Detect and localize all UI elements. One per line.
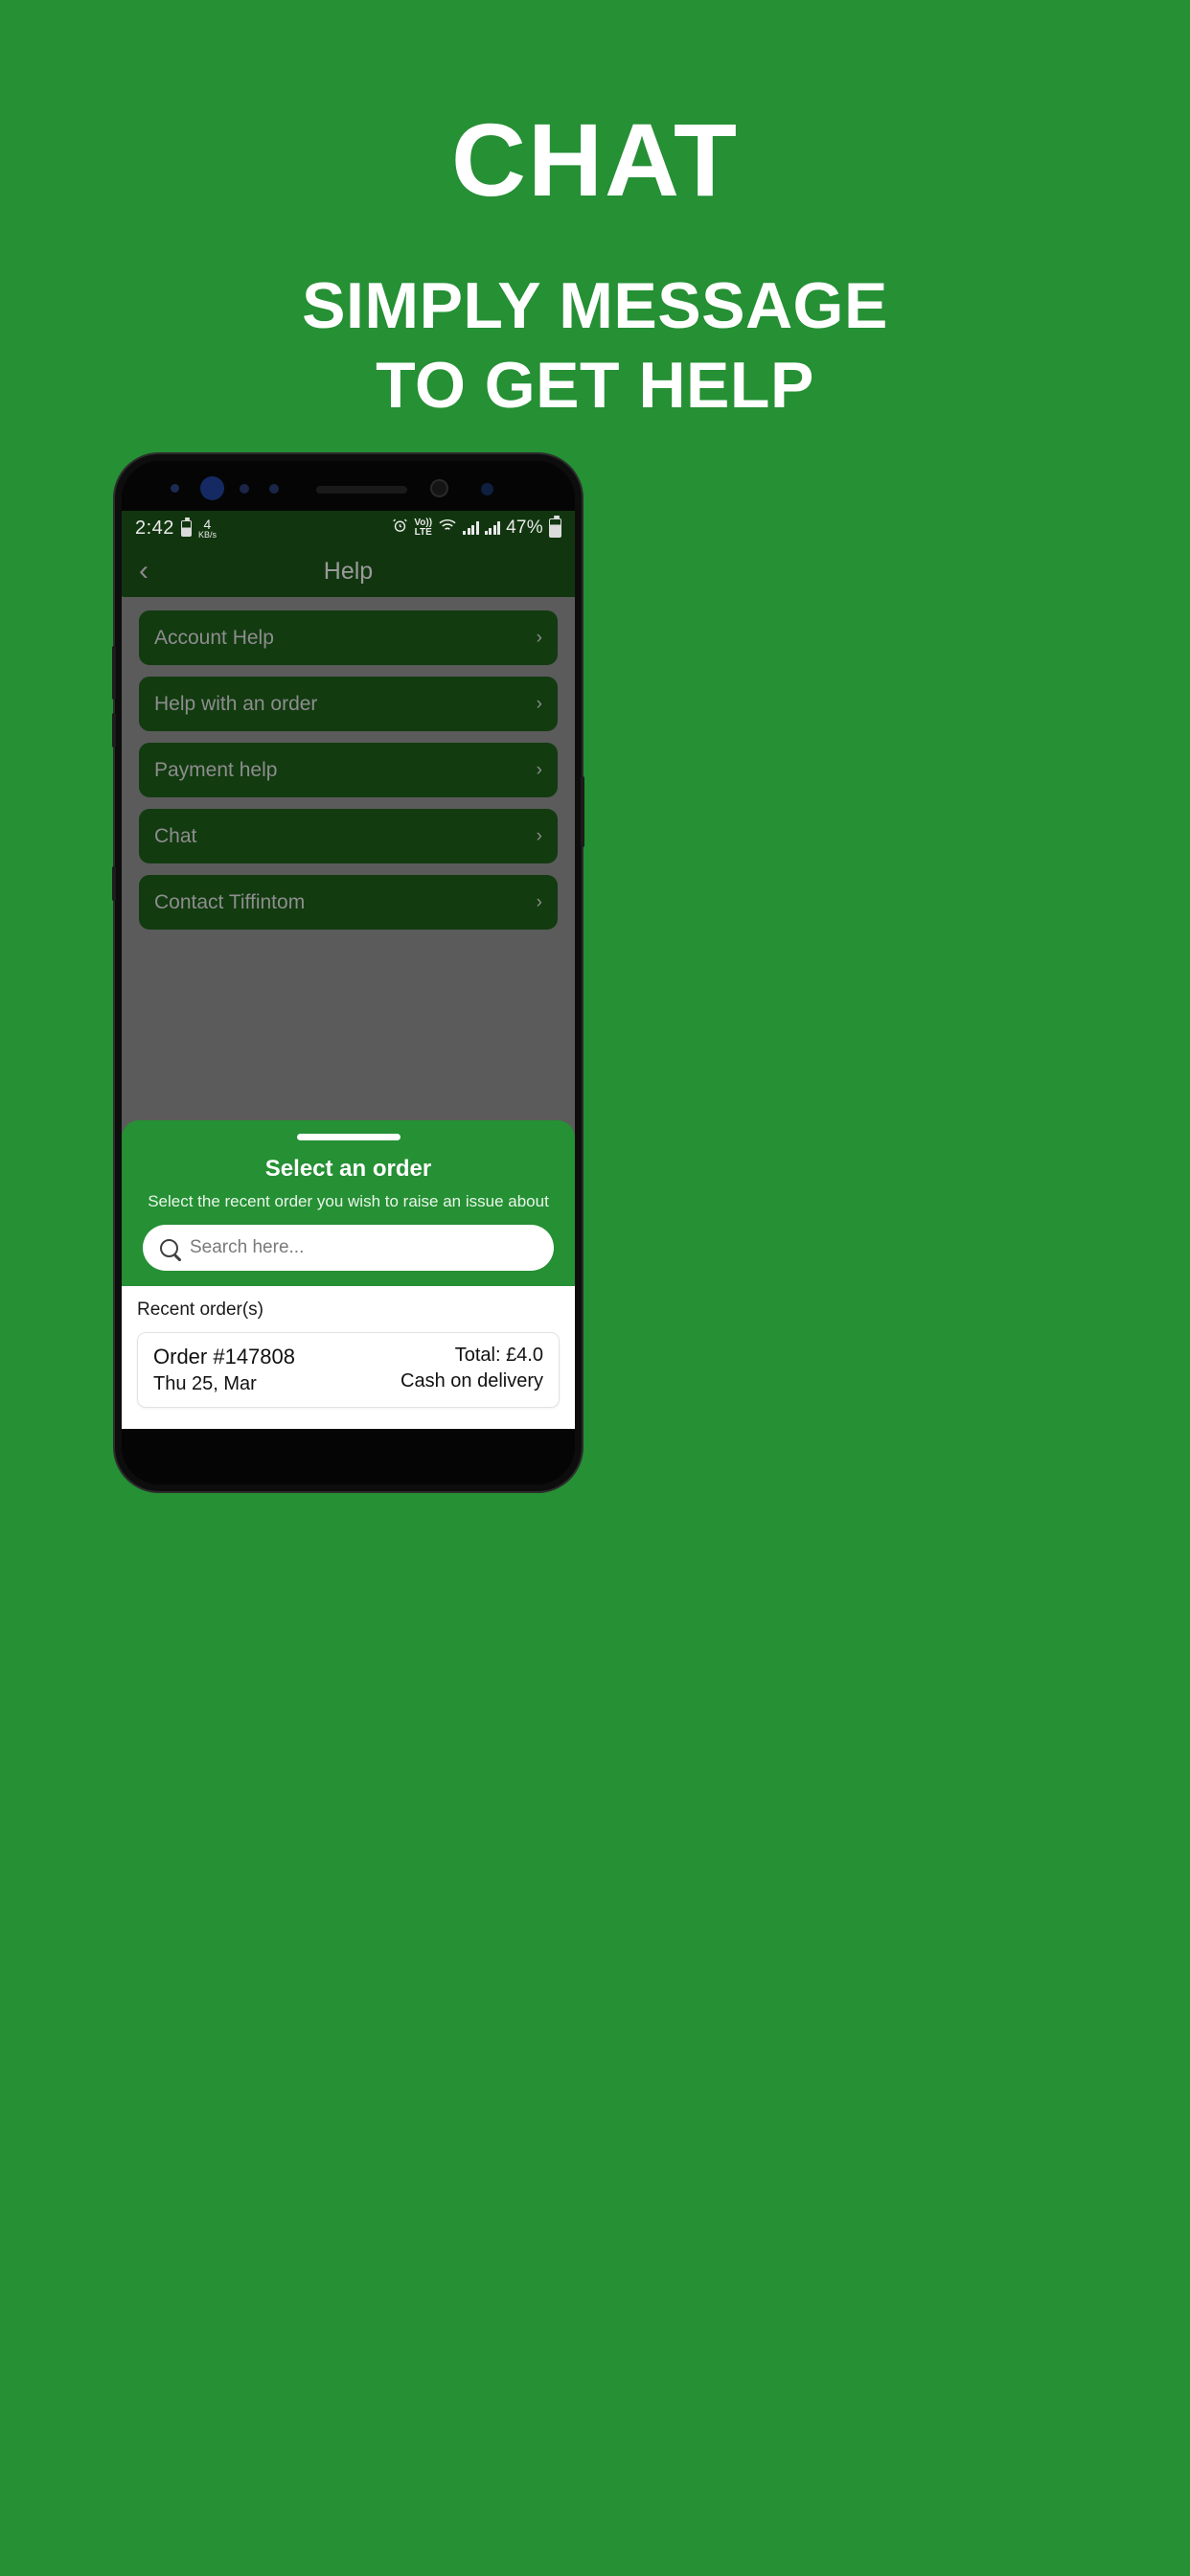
menu-item-label: Chat [154,824,197,847]
phone-mockup: 2:42 4 KB/s Vo)) LTE 47% ‹ Help Account … [112,454,584,1491]
status-time: 2:42 [135,517,174,539]
secondary-camera-icon [430,479,448,497]
chevron-right-icon: › [536,759,542,780]
wifi-icon [438,518,457,539]
volte-icon: Vo)) LTE [414,518,432,539]
order-id: Order #147808 [153,1345,295,1368]
menu-item-label: Account Help [154,626,274,649]
status-bar: 2:42 4 KB/s Vo)) LTE 47% [122,511,575,545]
chevron-right-icon: › [536,627,542,648]
status-bar-right: Vo)) LTE 47% [392,516,561,539]
phone-bottom-chin [122,1429,575,1484]
help-menu-list: Account Help › Help with an order › Paym… [122,597,575,930]
order-list-item[interactable]: Order #147808 Thu 25, Mar Total: £4.0 Ca… [137,1332,560,1408]
recent-orders-heading: Recent order(s) [137,1300,263,1320]
network-speed: 4 KB/s [198,518,217,540]
order-card-right: Total: £4.0 Cash on delivery [400,1345,543,1395]
order-total: Total: £4.0 [454,1345,543,1366]
network-speed-value: 4 [203,516,212,532]
menu-item-account-help[interactable]: Account Help › [139,610,558,665]
chevron-right-icon: › [536,891,542,912]
chevron-right-icon: › [536,825,542,846]
search-input[interactable]: Search here... [143,1225,554,1271]
app-header: ‹ Help [122,545,575,597]
search-section: Search here... [122,1211,575,1286]
menu-item-chat[interactable]: Chat › [139,809,558,863]
sheet-subtitle: Select the recent order you wish to rais… [148,1192,549,1210]
search-icon [160,1238,178,1257]
sheet-drag-handle[interactable] [296,1134,400,1140]
chevron-right-icon: › [536,693,542,714]
promo-subtitle-line-1: SIMPLY MESSAGE [302,269,888,342]
phone-button-right[interactable] [581,776,584,847]
menu-item-label: Contact Tiffintom [154,890,306,913]
battery-percent: 47% [506,518,543,538]
select-order-bottom-sheet: Select an order Select the recent order … [122,1120,575,1429]
status-bar-left: 2:42 4 KB/s [135,518,217,540]
battery-icon [180,518,192,537]
menu-item-contact-tiffintom[interactable]: Contact Tiffintom › [139,875,558,930]
earpiece-speaker-icon [316,486,407,494]
promo-subtitle-line-2: TO GET HELP [376,348,814,422]
volte-bottom: LTE [414,527,432,538]
sensor-dot-icon [269,484,279,494]
promo-subtitle: SIMPLY MESSAGE TO GET HELP [0,266,1190,426]
alarm-clock-icon [392,518,408,539]
phone-button-left-middle[interactable] [112,713,116,748]
order-payment-method: Cash on delivery [400,1370,543,1392]
search-placeholder: Search here... [190,1237,305,1257]
network-speed-unit: KB/s [197,529,217,540]
sheet-title: Select an order [264,1156,432,1182]
menu-item-help-with-an-order[interactable]: Help with an order › [139,677,558,731]
phone-button-left-upper[interactable] [112,646,116,700]
signal-bars-icon [484,521,501,535]
menu-item-payment-help[interactable]: Payment help › [139,743,558,797]
sensor-dot-icon [481,483,493,495]
phone-sensor-strip [122,461,575,511]
menu-item-label: Help with an order [154,692,318,715]
menu-item-label: Payment help [154,758,278,781]
order-card-left: Order #147808 Thu 25, Mar [153,1345,295,1395]
signal-bars-icon [463,521,479,535]
promo-title: CHAT [451,102,739,218]
sensor-dot-icon [240,484,249,494]
front-camera-icon [200,476,224,500]
order-date: Thu 25, Mar [153,1373,257,1394]
recent-orders-panel: Recent order(s) Order #147808 Thu 25, Ma… [122,1286,575,1429]
phone-button-left-lower[interactable] [112,866,116,901]
phone-screen: 2:42 4 KB/s Vo)) LTE 47% ‹ Help Account … [122,511,575,1429]
phone-screen-bezel: 2:42 4 KB/s Vo)) LTE 47% ‹ Help Account … [122,461,575,1484]
battery-icon [549,516,561,538]
sensor-dot-icon [171,484,179,493]
page-title: Help [323,557,374,585]
